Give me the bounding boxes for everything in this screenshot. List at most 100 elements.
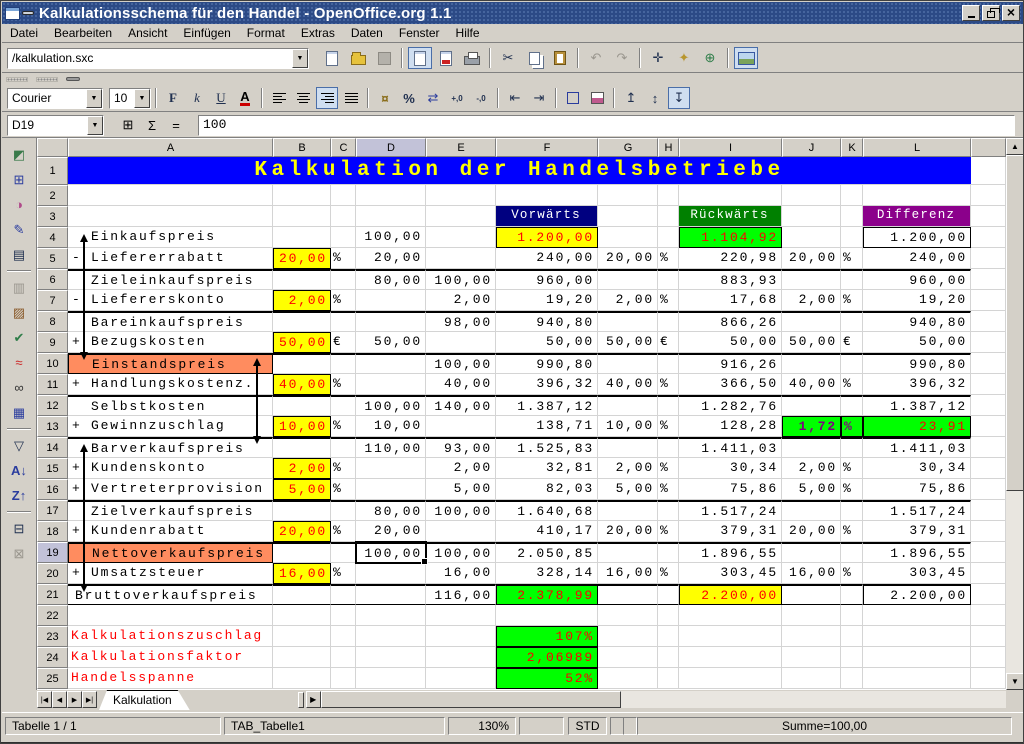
auto-spellcheck-icon[interactable] [6, 351, 32, 374]
menu-ansicht[interactable]: Ansicht [120, 25, 175, 41]
cell-F8[interactable]: 940,80 [496, 311, 598, 332]
cell-B9[interactable]: 50,00 [273, 332, 331, 353]
cell-D10[interactable] [356, 353, 426, 374]
autoformat-icon[interactable] [6, 301, 32, 324]
cut-icon[interactable] [496, 47, 520, 69]
col-header-F[interactable]: F [496, 138, 598, 157]
cell-C12[interactable] [331, 395, 356, 416]
cell-B6[interactable] [273, 269, 331, 290]
cell-J22[interactable] [782, 605, 841, 626]
cell-C18[interactable]: % [331, 521, 356, 542]
cell-E3[interactable] [426, 206, 496, 227]
gallery-icon[interactable] [672, 47, 696, 69]
cell-I24[interactable] [679, 647, 782, 668]
row-header-18[interactable]: 18 [37, 521, 68, 542]
sheet-tab-kalkulation[interactable]: Kalkulation [99, 690, 190, 710]
url-dropdown-icon[interactable] [292, 49, 308, 68]
cell-G14[interactable] [598, 437, 658, 458]
cell-L9[interactable]: 50,00 [863, 332, 971, 353]
cell-C7[interactable]: % [331, 290, 356, 311]
cell-K25[interactable] [841, 668, 863, 689]
autofilter-icon[interactable] [6, 434, 32, 457]
previous-sheet-icon[interactable] [52, 691, 67, 708]
cell-B23[interactable] [273, 626, 331, 647]
cell-I6[interactable]: 883,93 [679, 269, 782, 290]
vertical-scroll-thumb[interactable] [1006, 155, 1024, 491]
cell-C10[interactable] [331, 353, 356, 374]
col-header-J[interactable]: J [782, 138, 841, 157]
cell-G10[interactable] [598, 353, 658, 374]
cell-L2[interactable] [863, 185, 971, 206]
next-sheet-icon[interactable] [67, 691, 82, 708]
cell-A19[interactable]: Nettoverkaufspreis [68, 542, 273, 563]
cell-K19[interactable] [841, 542, 863, 563]
cell-G5[interactable]: 20,00 [598, 248, 658, 269]
cell-D5[interactable]: 20,00 [356, 248, 426, 269]
cell-J23[interactable] [782, 626, 841, 647]
cell-D2[interactable] [356, 185, 426, 206]
cell-J10[interactable] [782, 353, 841, 374]
cell-F16[interactable]: 82,03 [496, 479, 598, 500]
cell-L13[interactable]: 23,91 [863, 416, 971, 437]
cell-G21[interactable] [598, 584, 658, 605]
cell-A7[interactable]: -Liefererskonto [68, 290, 273, 311]
cell-K9[interactable]: € [841, 332, 863, 353]
cell-C16[interactable]: % [331, 479, 356, 500]
cell-K12[interactable] [841, 395, 863, 416]
cell-D18[interactable]: 20,00 [356, 521, 426, 542]
cell-J13[interactable]: 1,72 [782, 416, 841, 437]
cell-L16[interactable]: 75,86 [863, 479, 971, 500]
col-header-E[interactable]: E [426, 138, 496, 157]
cell-E11[interactable]: 40,00 [426, 374, 496, 395]
align-left-icon[interactable] [268, 87, 290, 109]
cell-D22[interactable] [356, 605, 426, 626]
menu-fenster[interactable]: Fenster [391, 25, 448, 41]
cell-J17[interactable] [782, 500, 841, 521]
cell-H25[interactable] [658, 668, 679, 689]
cell-G7[interactable]: 2,00 [598, 290, 658, 311]
cell-F23[interactable]: 107% [496, 626, 598, 647]
menu-bearbeiten[interactable]: Bearbeiten [46, 25, 120, 41]
cell-D13[interactable]: 10,00 [356, 416, 426, 437]
sum-icon[interactable]: Σ [142, 115, 162, 135]
cell-C4[interactable] [331, 227, 356, 248]
cell-E15[interactable]: 2,00 [426, 458, 496, 479]
cell-F19[interactable]: 2.050,85 [496, 542, 598, 563]
cell-H11[interactable]: % [658, 374, 679, 395]
cell-E5[interactable] [426, 248, 496, 269]
cell-A11[interactable]: +Handlungskostenz. [68, 374, 273, 395]
row-header-8[interactable]: 8 [37, 311, 68, 332]
vertical-scrollbar[interactable] [1006, 138, 1024, 690]
cell-F25[interactable]: 52% [496, 668, 598, 689]
cell-E7[interactable]: 2,00 [426, 290, 496, 311]
cell-H22[interactable] [658, 605, 679, 626]
cell-E16[interactable]: 5,00 [426, 479, 496, 500]
cell-A25[interactable]: Handelsspanne [68, 668, 273, 689]
cell-I21[interactable]: 2.200,00 [679, 584, 782, 605]
cell-K16[interactable]: % [841, 479, 863, 500]
status-zoom[interactable]: 130% [448, 717, 516, 735]
redo-icon[interactable] [610, 47, 634, 69]
menu-extras[interactable]: Extras [293, 25, 343, 41]
cell-G19[interactable] [598, 542, 658, 563]
cell-D23[interactable] [356, 626, 426, 647]
cell-E21[interactable]: 116,00 [426, 584, 496, 605]
decrease-indent-icon[interactable] [504, 87, 526, 109]
sort-ascending-icon[interactable] [6, 459, 32, 482]
cell-A17[interactable]: Zielverkaufspreis [68, 500, 273, 521]
cell-J18[interactable]: 20,00 [782, 521, 841, 542]
cell-D15[interactable] [356, 458, 426, 479]
cell-D12[interactable]: 100,00 [356, 395, 426, 416]
cell-F6[interactable]: 960,00 [496, 269, 598, 290]
sort-descending-icon[interactable] [6, 484, 32, 507]
cell-I3[interactable]: Rückwärts [679, 206, 782, 227]
cell-A23[interactable]: Kalkulationszuschlag [68, 626, 273, 647]
cell-H19[interactable] [658, 542, 679, 563]
menu-hilfe[interactable]: Hilfe [448, 25, 488, 41]
ungroup-icon[interactable] [6, 542, 32, 565]
cell-G23[interactable] [598, 626, 658, 647]
col-header-H[interactable]: H [658, 138, 679, 157]
cell-F10[interactable]: 990,80 [496, 353, 598, 374]
row-header-19[interactable]: 19 [37, 542, 68, 563]
cell-L25[interactable] [863, 668, 971, 689]
